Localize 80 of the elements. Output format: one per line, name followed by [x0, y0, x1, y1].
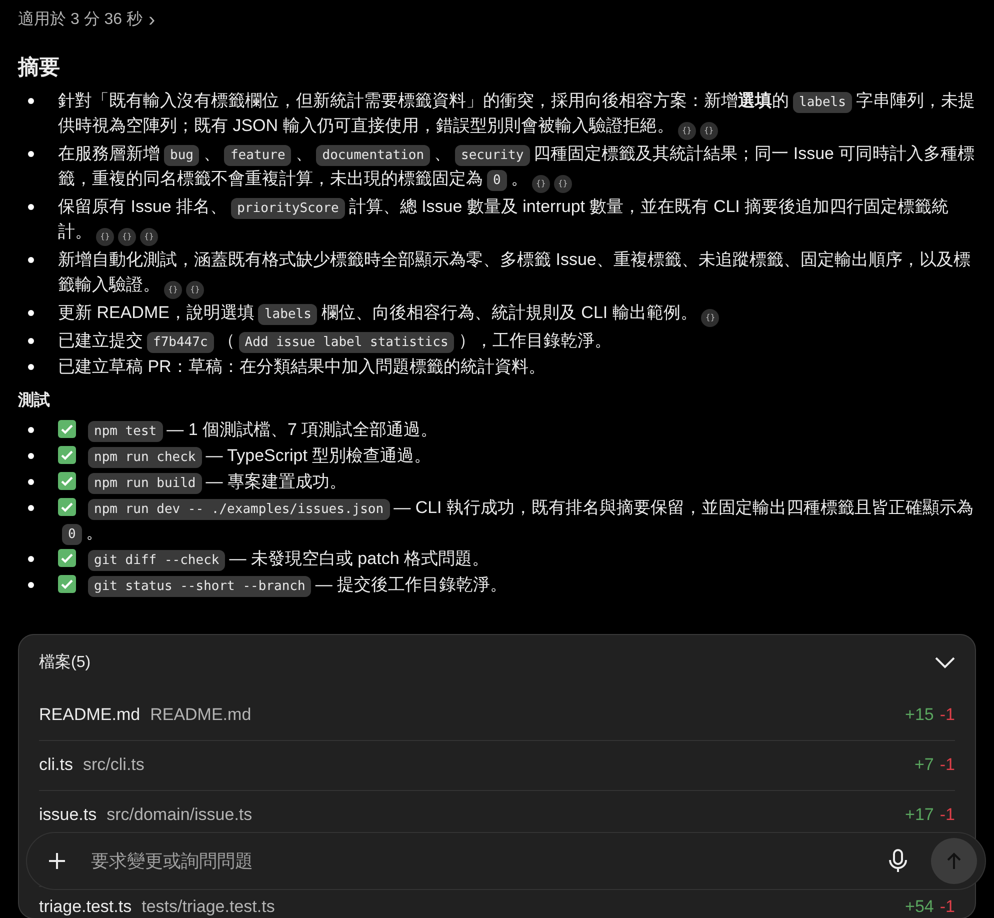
plus-icon[interactable]: [47, 851, 67, 871]
bullet-icon: [28, 256, 34, 262]
bullet-icon: [28, 150, 34, 156]
lines-removed: -1: [940, 754, 955, 776]
microphone-icon[interactable]: [889, 849, 907, 873]
file-path: README.md: [150, 704, 252, 726]
section-heading: 摘要: [18, 54, 60, 81]
code-chip: Add issue label statistics: [238, 332, 454, 352]
code-chip: 0: [62, 524, 82, 544]
citation-chip[interactable]: {}: [140, 228, 158, 246]
list-item-text: npm run dev -- ./examples/issues.json — CLI 執行成功，既有排名與摘要保留，並固定輸出四種標籤且皆正確顯示為 0 。: [58, 494, 976, 544]
list-item-text: 更新 README，說明選填 labels 欄位、向後相容行為、統計規則及 CLI 輸出範例。 {}: [58, 300, 976, 326]
bullet-icon: [28, 364, 34, 370]
code-chip: npm run dev -- ./examples/issues.json: [88, 498, 390, 520]
bullet-icon: [28, 98, 34, 104]
bullet-icon: [28, 504, 34, 510]
code-chip: feature: [224, 144, 292, 166]
lines-removed: -1: [940, 704, 955, 726]
citation-chip[interactable]: {}: [532, 174, 550, 192]
code-chip: f7b447c: [147, 332, 214, 352]
bullet-icon: [28, 556, 34, 562]
bullet-icon: [28, 478, 34, 484]
list-item-text: 保留原有 Issue 排名、 priorityScore 計算、總 Issue 數量及 interrupt 數量，並在既有 CLI 摘要後追加四行固定標籤統計。 {} {} {}: [58, 194, 976, 246]
code-chip: documentation: [316, 144, 430, 166]
code-chip: bug: [164, 144, 200, 166]
file-path: src/cli.ts: [83, 754, 144, 776]
citation-chip[interactable]: {}: [554, 174, 572, 192]
bullet-icon: [28, 338, 34, 344]
list-item-text: npm run build — 專案建置成功。: [58, 468, 976, 494]
code-chip: labels: [793, 92, 852, 112]
bullet-icon: [28, 452, 34, 458]
lines-removed: -1: [940, 896, 955, 916]
list-item-text: git status --short --branch — 提交後工作目錄乾淨。: [58, 572, 976, 596]
file-name[interactable]: issue.ts: [39, 802, 97, 828]
code-chip: labels: [258, 304, 318, 324]
code-chip: git diff --check: [88, 550, 226, 570]
lines-added: +7: [914, 754, 934, 776]
lines-added: +15: [905, 704, 934, 726]
list-item-text: npm test — 1 個測試檔、7 項測試全部通過。: [58, 416, 976, 442]
list-item-text: 在服務層新增 bug 、 feature 、 documentation 、 security 四種固定標籤及其統計結果；同一 Issue 可同時計入多種標籤，重複的同名標籤不會重複計算，未出現的標籤固定為 0 。 {} {}: [58, 140, 976, 192]
lines-added: +54: [905, 896, 934, 916]
section-heading: 測試: [18, 390, 50, 410]
file-name[interactable]: README.md: [39, 702, 140, 728]
list-item-text: npm run check — TypeScript 型別檢查通過。: [58, 442, 976, 468]
file-path: tests/triage.test.ts: [142, 896, 275, 916]
citation-chip[interactable]: {}: [118, 228, 136, 246]
lines-removed: -1: [940, 804, 955, 826]
bullet-icon: [28, 426, 34, 432]
file-path: src/domain/issue.ts: [106, 804, 252, 826]
list-item-text: git diff --check — 未發現空白或 patch 格式問題。: [58, 546, 976, 570]
list-item-text: 新增自動化測試，涵蓋既有格式缺少標籤時全部顯示為零、多標籤 Issue、重複標籤、未追蹤標籤、固定輸出順序，以及標籤輸入驗證。 {} {}: [58, 246, 976, 298]
file-name[interactable]: triage.test.ts: [39, 896, 132, 916]
duration-text: 適用於 3 分 36 秒: [18, 10, 142, 30]
message-input[interactable]: 要求變更或詢問問題: [91, 848, 875, 874]
lines-added: +17: [905, 804, 934, 826]
bullet-icon: [28, 204, 34, 210]
code-chip: npm run check: [88, 446, 202, 468]
citation-chip[interactable]: {}: [700, 122, 718, 140]
chevron-icon[interactable]: ›: [148, 10, 156, 30]
citation-chip[interactable]: {}: [164, 280, 182, 298]
citation-chip[interactable]: {}: [186, 280, 204, 298]
code-chip: npm run build: [88, 472, 202, 494]
message-field[interactable]: 要求變更或詢問問題: [26, 832, 986, 890]
bullet-icon: [28, 582, 34, 588]
chevron-down-icon[interactable]: [935, 656, 955, 668]
citation-chip[interactable]: {}: [96, 228, 114, 246]
list-item-text: 針對「既有輸入沒有標籤欄位，但新統計需要標籤資料」的衝突，採用向後相容方案：新增選填的 labels 字串陣列，未提供時視為空陣列；既有 JSON 輸入仍可直接使用，錯誤型別則會被輸入驗證拒絕。 {} {}: [58, 88, 976, 140]
list-item-text: 已建立提交 f7b447c （ Add issue label statistics ），工作目錄乾淨。: [58, 328, 976, 352]
bullet-icon: [28, 310, 34, 316]
code-chip: 0: [487, 170, 507, 190]
citation-chip[interactable]: {}: [701, 308, 720, 326]
list-item-text: 已建立草稿 PR：草稿：在分類結果中加入問題標籤的統計資料。: [58, 356, 546, 378]
code-chip: security: [455, 144, 530, 166]
file-name[interactable]: cli.ts: [39, 752, 73, 778]
citation-chip[interactable]: {}: [678, 122, 696, 140]
code-chip: npm test: [88, 420, 163, 442]
files-title: 檔案(5): [39, 652, 91, 672]
code-chip: priorityScore: [231, 198, 345, 218]
arrow-up-icon: [946, 852, 962, 870]
code-chip: git status --short --branch: [88, 576, 312, 596]
